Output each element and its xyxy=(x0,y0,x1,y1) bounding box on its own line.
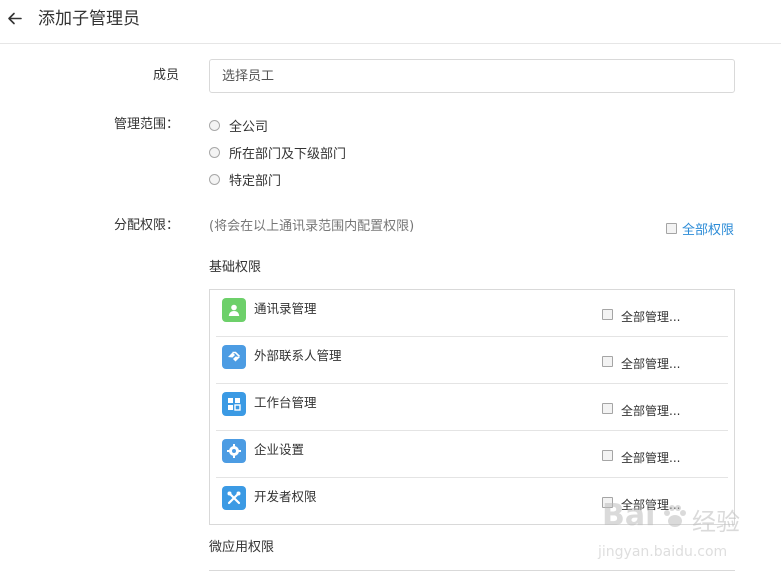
checkbox[interactable] xyxy=(602,403,613,414)
permission-checkbox[interactable]: 全部管理... xyxy=(602,492,680,513)
permission-name: 通讯录管理 xyxy=(254,301,317,316)
radio-button[interactable] xyxy=(209,119,220,131)
all-permissions-checkbox[interactable]: 全部权限 xyxy=(666,219,734,238)
permission-check-label: 全部管理... xyxy=(621,498,681,512)
checkbox[interactable] xyxy=(602,497,613,508)
developer-tools-icon xyxy=(222,486,246,510)
permission-row-developer: 开发者权限 全部管理... xyxy=(216,478,728,525)
permission-name: 开发者权限 xyxy=(254,489,317,504)
scope-label: 管理范围： xyxy=(113,117,179,132)
permission-row-workbench: 工作台管理 全部管理... xyxy=(216,384,728,431)
checkbox[interactable] xyxy=(602,450,613,461)
page-title: 添加子管理员 xyxy=(38,9,140,29)
radio-label: 特定部门 xyxy=(229,173,282,189)
micro-app-permissions-box xyxy=(209,570,735,575)
checkbox[interactable] xyxy=(602,309,613,320)
permission-name: 外部联系人管理 xyxy=(254,348,342,363)
permission-name: 企业设置 xyxy=(254,442,305,457)
permission-checkbox[interactable]: 全部管理... xyxy=(602,351,680,372)
radio-button[interactable] xyxy=(209,146,220,158)
watermark-url: jingyan.baidu.com xyxy=(598,544,728,560)
permission-checkbox[interactable]: 全部管理... xyxy=(602,304,680,325)
basic-permissions-list: 通讯录管理 全部管理... 外部联系人管理 全部管理... 工作台管理 全部管理… xyxy=(209,289,735,525)
radio-label: 全公司 xyxy=(229,119,269,135)
micro-app-permissions-title: 微应用权限 xyxy=(209,540,275,555)
scope-radio-specific-dept[interactable]: 特定部门 xyxy=(209,170,282,189)
permission-check-label: 全部管理... xyxy=(621,310,681,324)
all-permissions-label: 全部权限 xyxy=(682,223,735,238)
permission-checkbox[interactable]: 全部管理... xyxy=(602,445,680,466)
page-header: 添加子管理员 xyxy=(0,0,781,44)
member-label: 成员 xyxy=(152,68,179,83)
radio-button[interactable] xyxy=(209,173,220,185)
permission-name: 工作台管理 xyxy=(254,395,317,410)
checkbox[interactable] xyxy=(602,356,613,367)
settings-gear-icon xyxy=(222,439,246,463)
permission-checkbox[interactable]: 全部管理... xyxy=(602,398,680,419)
permission-row-external-contacts: 外部联系人管理 全部管理... xyxy=(216,337,728,384)
permission-row-enterprise-settings: 企业设置 全部管理... xyxy=(216,431,728,478)
permission-check-label: 全部管理... xyxy=(621,357,681,371)
checkbox[interactable] xyxy=(666,223,677,234)
contact-person-icon xyxy=(222,298,246,322)
back-button[interactable] xyxy=(4,6,26,32)
member-select-input[interactable] xyxy=(209,59,735,93)
permissions-label: 分配权限： xyxy=(113,218,179,233)
arrow-left-icon xyxy=(8,12,22,25)
scope-radio-company[interactable]: 全公司 xyxy=(209,116,269,135)
workbench-grid-icon xyxy=(222,392,246,416)
permission-check-label: 全部管理... xyxy=(621,451,681,465)
scope-radio-own-dept[interactable]: 所在部门及下级部门 xyxy=(209,143,347,162)
basic-permissions-title: 基础权限 xyxy=(209,260,262,275)
radio-label: 所在部门及下级部门 xyxy=(229,146,347,162)
permission-check-label: 全部管理... xyxy=(621,404,681,418)
handshake-icon xyxy=(222,345,246,369)
permissions-hint: (将会在以上通讯录范围内配置权限) xyxy=(209,219,415,234)
permission-row-contacts: 通讯录管理 全部管理... xyxy=(216,290,728,337)
